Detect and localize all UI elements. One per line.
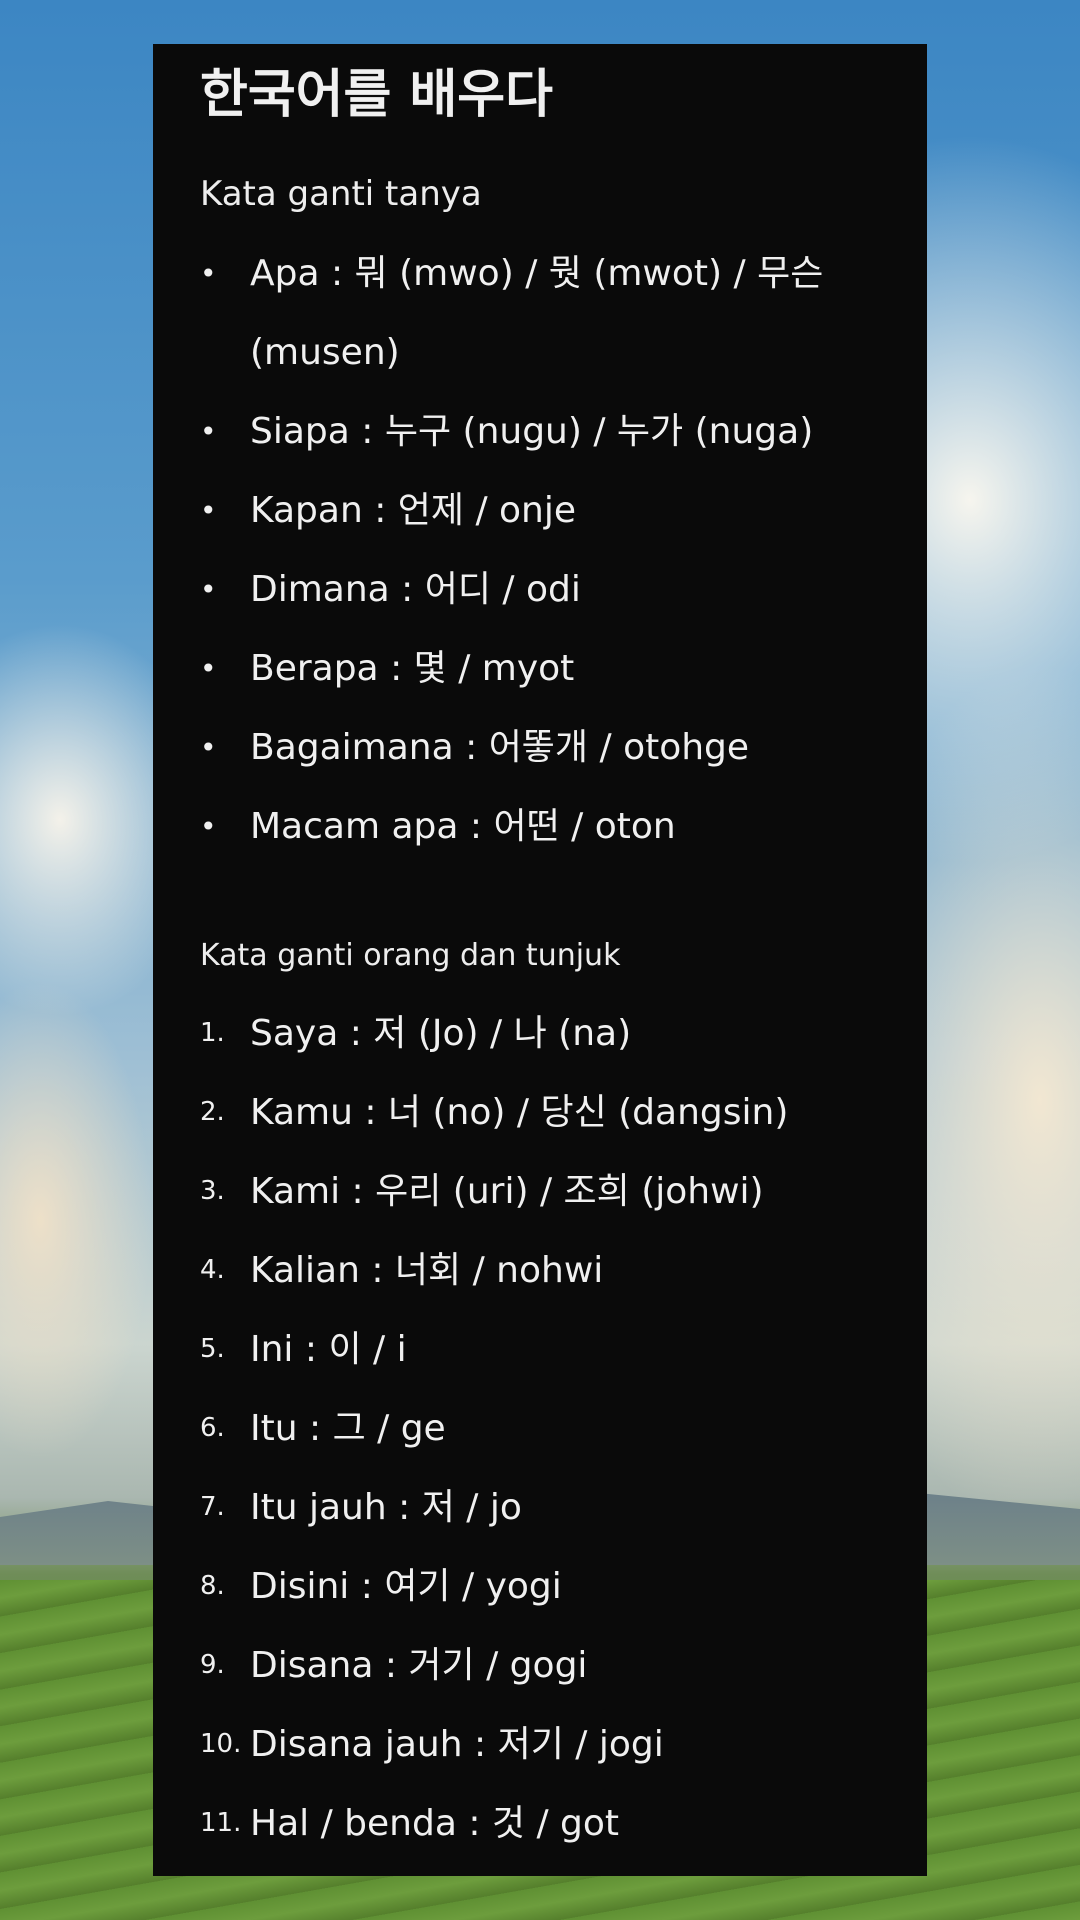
bullet: • xyxy=(200,652,217,685)
item-number: 8. xyxy=(200,1571,225,1601)
list-item: 10. Disana jauh : 저기 / jogi xyxy=(200,1705,900,1784)
item-number: 11. xyxy=(200,1808,242,1838)
list-item-text: Saya : 저 (Jo) / 나 (na) xyxy=(250,1013,632,1054)
person-pronoun-list: 1. Saya : 저 (Jo) / 나 (na) 2. Kamu : 너 (n… xyxy=(200,994,900,1863)
list-item-text: Siapa : 누구 (nugu) / 누가 (nuga) xyxy=(250,411,814,452)
list-item-text: Dimana : 어디 / odi xyxy=(250,569,581,610)
list-item-text: Kalian : 너회 / nohwi xyxy=(250,1250,604,1291)
list-item-text: Disana jauh : 저기 / jogi xyxy=(250,1724,664,1765)
list-item: • Apa : 뭐 (mwo) / 뭣 (mwot) / 무슨 (musen) xyxy=(200,234,900,392)
item-number: 7. xyxy=(200,1492,225,1522)
list-item: 8. Disini : 여기 / yogi xyxy=(200,1547,900,1626)
bullet: • xyxy=(200,573,217,606)
list-item-text: Ini : 이 / i xyxy=(250,1329,407,1370)
list-item: 4. Kalian : 너회 / nohwi xyxy=(200,1231,900,1310)
list-item-text: Macam apa : 어떤 / oton xyxy=(250,806,676,847)
bullet: • xyxy=(200,810,217,843)
list-item-text: Disana : 거기 / gogi xyxy=(250,1645,588,1686)
list-item-text: Bagaimana : 어똫개 / otohge xyxy=(250,727,750,768)
list-item: 9. Disana : 거기 / gogi xyxy=(200,1626,900,1705)
list-item: 6. Itu : 그 / ge xyxy=(200,1389,900,1468)
item-number: 5. xyxy=(200,1334,225,1364)
list-item-text: Kami : 우리 (uri) / 조희 (johwi) xyxy=(250,1171,764,1212)
item-number: 6. xyxy=(200,1413,225,1443)
list-item-text: Kamu : 너 (no) / 당신 (dangsin) xyxy=(250,1092,789,1133)
list-item: • Berapa : 몇 / myot xyxy=(200,629,900,708)
list-item-text: Apa : 뭐 (mwo) / 뭣 (mwot) / 무슨 (musen) xyxy=(250,253,824,373)
text-panel: 한국어를 배우다 Kata ganti tanya • Apa : 뭐 (mwo… xyxy=(153,44,927,1876)
list-item: • Siapa : 누구 (nugu) / 누가 (nuga) xyxy=(200,392,900,471)
question-pronoun-list: • Apa : 뭐 (mwo) / 뭣 (mwot) / 무슨 (musen) … xyxy=(200,234,900,866)
list-item: 5. Ini : 이 / i xyxy=(200,1310,900,1389)
item-number: 9. xyxy=(200,1650,225,1680)
bullet: • xyxy=(200,415,217,448)
bullet: • xyxy=(200,257,217,290)
page-title: 한국어를 배우다 xyxy=(200,65,553,125)
item-number: 4. xyxy=(200,1255,225,1285)
list-item-text: Itu : 그 / ge xyxy=(250,1408,446,1449)
section-heading-question-pronouns: Kata ganti tanya xyxy=(200,174,482,214)
item-number: 1. xyxy=(200,1018,225,1048)
list-item: 7. Itu jauh : 저 / jo xyxy=(200,1468,900,1547)
list-item-text: Disini : 여기 / yogi xyxy=(250,1566,562,1607)
list-item: 2. Kamu : 너 (no) / 당신 (dangsin) xyxy=(200,1073,900,1152)
section-heading-person-pronouns: Kata ganti orang dan tunjuk xyxy=(200,938,621,973)
item-number: 2. xyxy=(200,1097,225,1127)
bullet: • xyxy=(200,731,217,764)
bullet: • xyxy=(200,494,217,527)
list-item: • Macam apa : 어떤 / oton xyxy=(200,787,900,866)
list-item: • Dimana : 어디 / odi xyxy=(200,550,900,629)
item-number: 10. xyxy=(200,1729,242,1759)
list-item-text: Hal / benda : 것 / got xyxy=(250,1803,620,1844)
list-item: • Bagaimana : 어똫개 / otohge xyxy=(200,708,900,787)
list-item: 11. Hal / benda : 것 / got xyxy=(200,1784,900,1863)
list-item-text: Berapa : 몇 / myot xyxy=(250,648,575,689)
list-item: 3. Kami : 우리 (uri) / 조희 (johwi) xyxy=(200,1152,900,1231)
list-item-text: Kapan : 언제 / onje xyxy=(250,490,577,531)
list-item-text: Itu jauh : 저 / jo xyxy=(250,1487,522,1528)
item-number: 3. xyxy=(200,1176,225,1206)
list-item: 1. Saya : 저 (Jo) / 나 (na) xyxy=(200,994,900,1073)
list-item: • Kapan : 언제 / onje xyxy=(200,471,900,550)
